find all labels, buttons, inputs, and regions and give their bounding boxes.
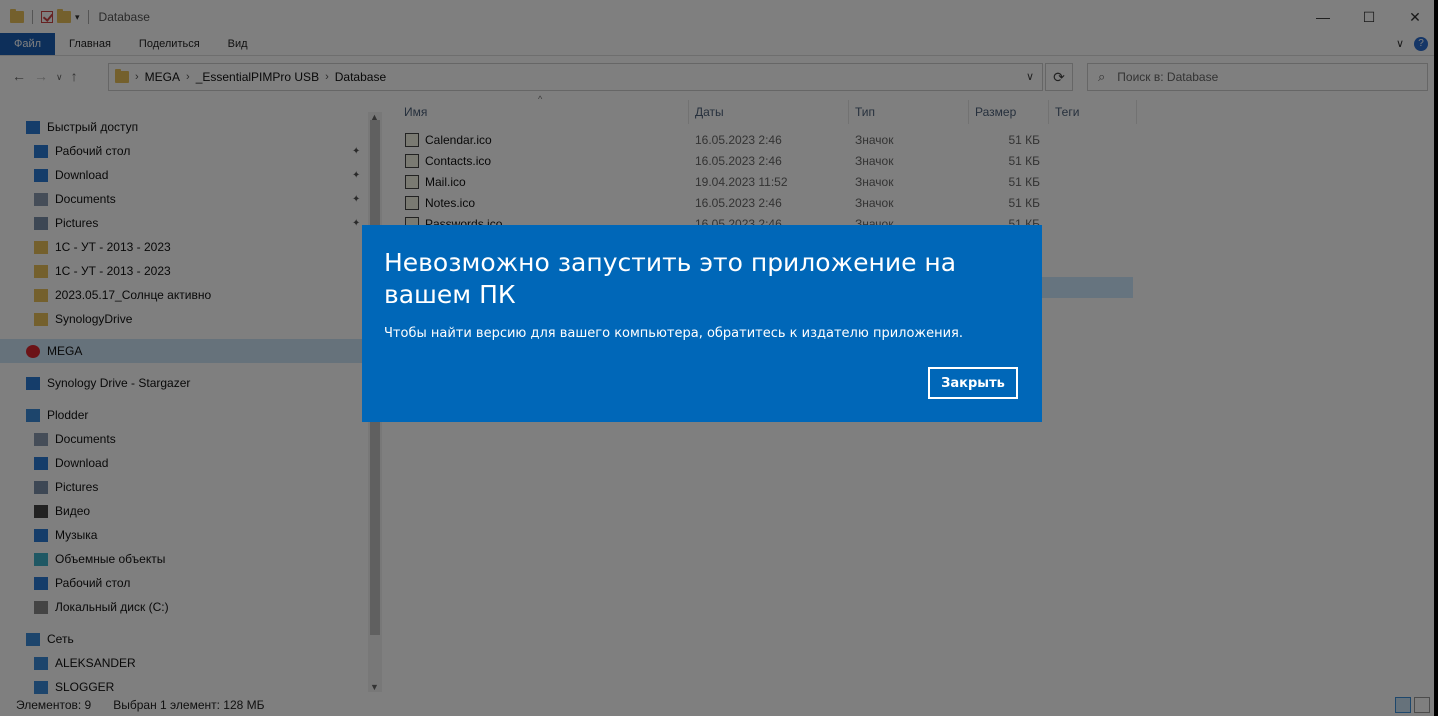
close-button[interactable]: Закрыть — [928, 367, 1018, 399]
error-dialog: Невозможно запустить это приложение на в… — [362, 225, 1042, 422]
dialog-title: Невозможно запустить это приложение на в… — [384, 248, 957, 309]
screen-edge — [1434, 0, 1438, 716]
dialog-message: Чтобы найти версию для вашего компьютера… — [384, 326, 964, 341]
